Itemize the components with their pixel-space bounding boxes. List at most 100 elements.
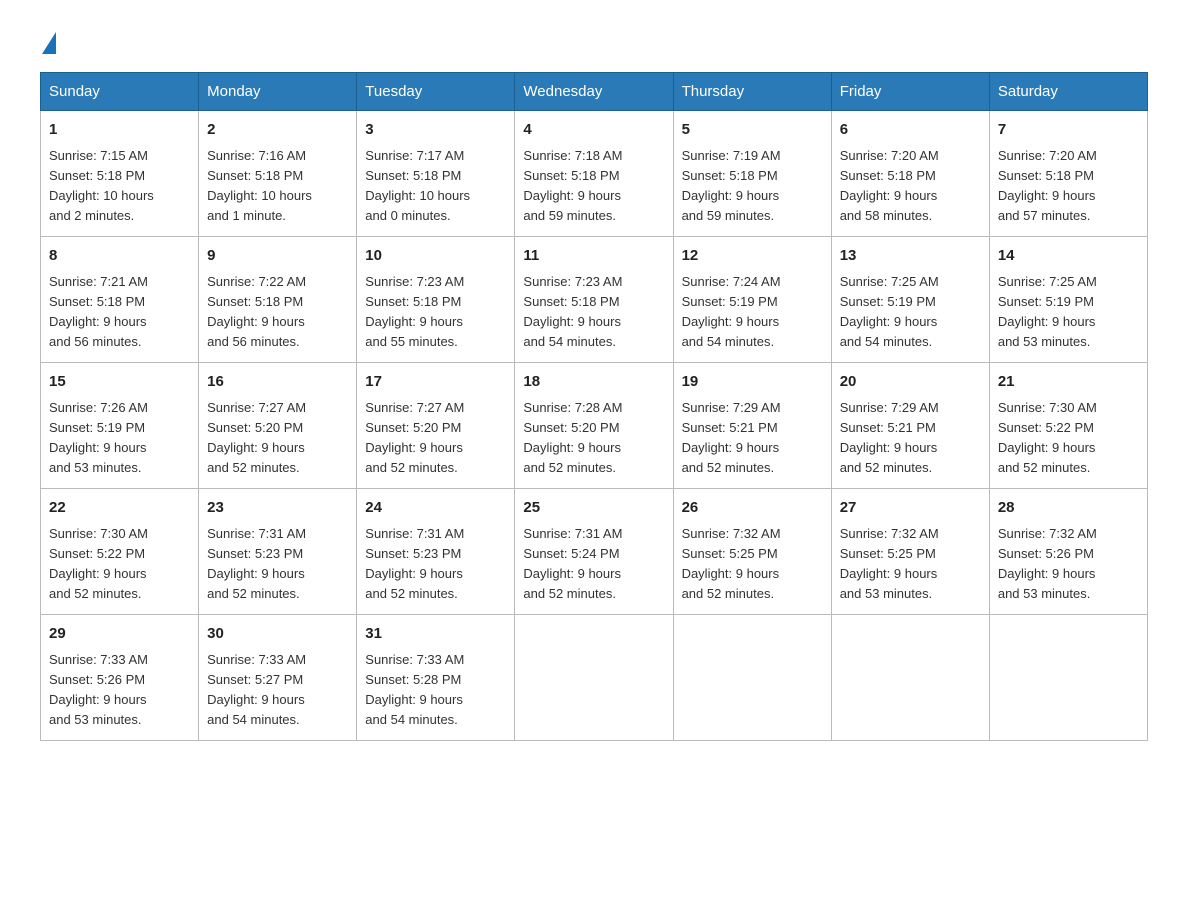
day-number: 28 [998,497,1139,520]
day-number: 22 [49,497,190,520]
calendar-cell: 7 Sunrise: 7:20 AMSunset: 5:18 PMDayligh… [989,111,1147,237]
calendar-cell: 22 Sunrise: 7:30 AMSunset: 5:22 PMDaylig… [41,489,199,615]
day-of-week-header: Friday [831,73,989,111]
calendar-cell: 17 Sunrise: 7:27 AMSunset: 5:20 PMDaylig… [357,363,515,489]
calendar-cell: 25 Sunrise: 7:31 AMSunset: 5:24 PMDaylig… [515,489,673,615]
calendar-cell: 19 Sunrise: 7:29 AMSunset: 5:21 PMDaylig… [673,363,831,489]
logo [40,30,56,52]
day-number: 26 [682,497,823,520]
day-info: Sunrise: 7:16 AMSunset: 5:18 PMDaylight:… [207,148,312,223]
day-info: Sunrise: 7:20 AMSunset: 5:18 PMDaylight:… [998,148,1097,223]
calendar-cell: 16 Sunrise: 7:27 AMSunset: 5:20 PMDaylig… [199,363,357,489]
day-info: Sunrise: 7:28 AMSunset: 5:20 PMDaylight:… [523,400,622,475]
calendar-cell [831,615,989,741]
day-info: Sunrise: 7:25 AMSunset: 5:19 PMDaylight:… [998,274,1097,349]
calendar-week-row: 22 Sunrise: 7:30 AMSunset: 5:22 PMDaylig… [41,489,1148,615]
day-info: Sunrise: 7:24 AMSunset: 5:19 PMDaylight:… [682,274,781,349]
day-info: Sunrise: 7:30 AMSunset: 5:22 PMDaylight:… [998,400,1097,475]
day-info: Sunrise: 7:31 AMSunset: 5:23 PMDaylight:… [365,526,464,601]
day-info: Sunrise: 7:23 AMSunset: 5:18 PMDaylight:… [523,274,622,349]
day-number: 21 [998,371,1139,394]
page-header [40,30,1148,52]
calendar-week-row: 8 Sunrise: 7:21 AMSunset: 5:18 PMDayligh… [41,237,1148,363]
day-number: 5 [682,119,823,142]
calendar-cell [673,615,831,741]
calendar-cell: 1 Sunrise: 7:15 AMSunset: 5:18 PMDayligh… [41,111,199,237]
calendar-cell: 20 Sunrise: 7:29 AMSunset: 5:21 PMDaylig… [831,363,989,489]
calendar-cell: 8 Sunrise: 7:21 AMSunset: 5:18 PMDayligh… [41,237,199,363]
day-number: 4 [523,119,664,142]
calendar-cell: 18 Sunrise: 7:28 AMSunset: 5:20 PMDaylig… [515,363,673,489]
day-number: 1 [49,119,190,142]
day-number: 17 [365,371,506,394]
day-number: 25 [523,497,664,520]
day-info: Sunrise: 7:31 AMSunset: 5:23 PMDaylight:… [207,526,306,601]
calendar-cell: 6 Sunrise: 7:20 AMSunset: 5:18 PMDayligh… [831,111,989,237]
calendar-cell: 12 Sunrise: 7:24 AMSunset: 5:19 PMDaylig… [673,237,831,363]
calendar-week-row: 15 Sunrise: 7:26 AMSunset: 5:19 PMDaylig… [41,363,1148,489]
day-info: Sunrise: 7:29 AMSunset: 5:21 PMDaylight:… [840,400,939,475]
day-info: Sunrise: 7:17 AMSunset: 5:18 PMDaylight:… [365,148,470,223]
day-number: 9 [207,245,348,268]
day-info: Sunrise: 7:22 AMSunset: 5:18 PMDaylight:… [207,274,306,349]
day-info: Sunrise: 7:33 AMSunset: 5:26 PMDaylight:… [49,652,148,727]
calendar-cell: 3 Sunrise: 7:17 AMSunset: 5:18 PMDayligh… [357,111,515,237]
day-of-week-header: Thursday [673,73,831,111]
calendar-cell: 14 Sunrise: 7:25 AMSunset: 5:19 PMDaylig… [989,237,1147,363]
logo-triangle-icon [42,32,56,54]
day-number: 29 [49,623,190,646]
day-info: Sunrise: 7:32 AMSunset: 5:25 PMDaylight:… [682,526,781,601]
calendar-week-row: 29 Sunrise: 7:33 AMSunset: 5:26 PMDaylig… [41,615,1148,741]
day-info: Sunrise: 7:26 AMSunset: 5:19 PMDaylight:… [49,400,148,475]
day-info: Sunrise: 7:20 AMSunset: 5:18 PMDaylight:… [840,148,939,223]
calendar-cell [989,615,1147,741]
day-info: Sunrise: 7:33 AMSunset: 5:27 PMDaylight:… [207,652,306,727]
calendar-cell: 21 Sunrise: 7:30 AMSunset: 5:22 PMDaylig… [989,363,1147,489]
day-number: 6 [840,119,981,142]
day-number: 11 [523,245,664,268]
calendar-cell: 27 Sunrise: 7:32 AMSunset: 5:25 PMDaylig… [831,489,989,615]
day-number: 13 [840,245,981,268]
day-number: 14 [998,245,1139,268]
day-of-week-header: Sunday [41,73,199,111]
calendar-table: SundayMondayTuesdayWednesdayThursdayFrid… [40,72,1148,741]
day-number: 19 [682,371,823,394]
day-of-week-header: Monday [199,73,357,111]
calendar-cell: 5 Sunrise: 7:19 AMSunset: 5:18 PMDayligh… [673,111,831,237]
day-of-week-header: Saturday [989,73,1147,111]
calendar-cell: 2 Sunrise: 7:16 AMSunset: 5:18 PMDayligh… [199,111,357,237]
calendar-cell: 4 Sunrise: 7:18 AMSunset: 5:18 PMDayligh… [515,111,673,237]
day-number: 10 [365,245,506,268]
day-info: Sunrise: 7:31 AMSunset: 5:24 PMDaylight:… [523,526,622,601]
day-number: 20 [840,371,981,394]
calendar-cell: 9 Sunrise: 7:22 AMSunset: 5:18 PMDayligh… [199,237,357,363]
calendar-cell: 26 Sunrise: 7:32 AMSunset: 5:25 PMDaylig… [673,489,831,615]
day-info: Sunrise: 7:33 AMSunset: 5:28 PMDaylight:… [365,652,464,727]
calendar-cell: 10 Sunrise: 7:23 AMSunset: 5:18 PMDaylig… [357,237,515,363]
day-number: 3 [365,119,506,142]
day-info: Sunrise: 7:19 AMSunset: 5:18 PMDaylight:… [682,148,781,223]
calendar-cell: 15 Sunrise: 7:26 AMSunset: 5:19 PMDaylig… [41,363,199,489]
calendar-cell: 23 Sunrise: 7:31 AMSunset: 5:23 PMDaylig… [199,489,357,615]
day-info: Sunrise: 7:25 AMSunset: 5:19 PMDaylight:… [840,274,939,349]
day-info: Sunrise: 7:15 AMSunset: 5:18 PMDaylight:… [49,148,154,223]
day-number: 15 [49,371,190,394]
day-number: 8 [49,245,190,268]
day-number: 2 [207,119,348,142]
day-number: 18 [523,371,664,394]
day-number: 27 [840,497,981,520]
day-number: 16 [207,371,348,394]
day-info: Sunrise: 7:27 AMSunset: 5:20 PMDaylight:… [365,400,464,475]
day-info: Sunrise: 7:32 AMSunset: 5:25 PMDaylight:… [840,526,939,601]
day-info: Sunrise: 7:18 AMSunset: 5:18 PMDaylight:… [523,148,622,223]
calendar-cell: 28 Sunrise: 7:32 AMSunset: 5:26 PMDaylig… [989,489,1147,615]
day-number: 31 [365,623,506,646]
day-info: Sunrise: 7:32 AMSunset: 5:26 PMDaylight:… [998,526,1097,601]
day-number: 23 [207,497,348,520]
day-info: Sunrise: 7:21 AMSunset: 5:18 PMDaylight:… [49,274,148,349]
day-info: Sunrise: 7:29 AMSunset: 5:21 PMDaylight:… [682,400,781,475]
calendar-header-row: SundayMondayTuesdayWednesdayThursdayFrid… [41,73,1148,111]
day-info: Sunrise: 7:30 AMSunset: 5:22 PMDaylight:… [49,526,148,601]
calendar-cell: 29 Sunrise: 7:33 AMSunset: 5:26 PMDaylig… [41,615,199,741]
day-number: 30 [207,623,348,646]
